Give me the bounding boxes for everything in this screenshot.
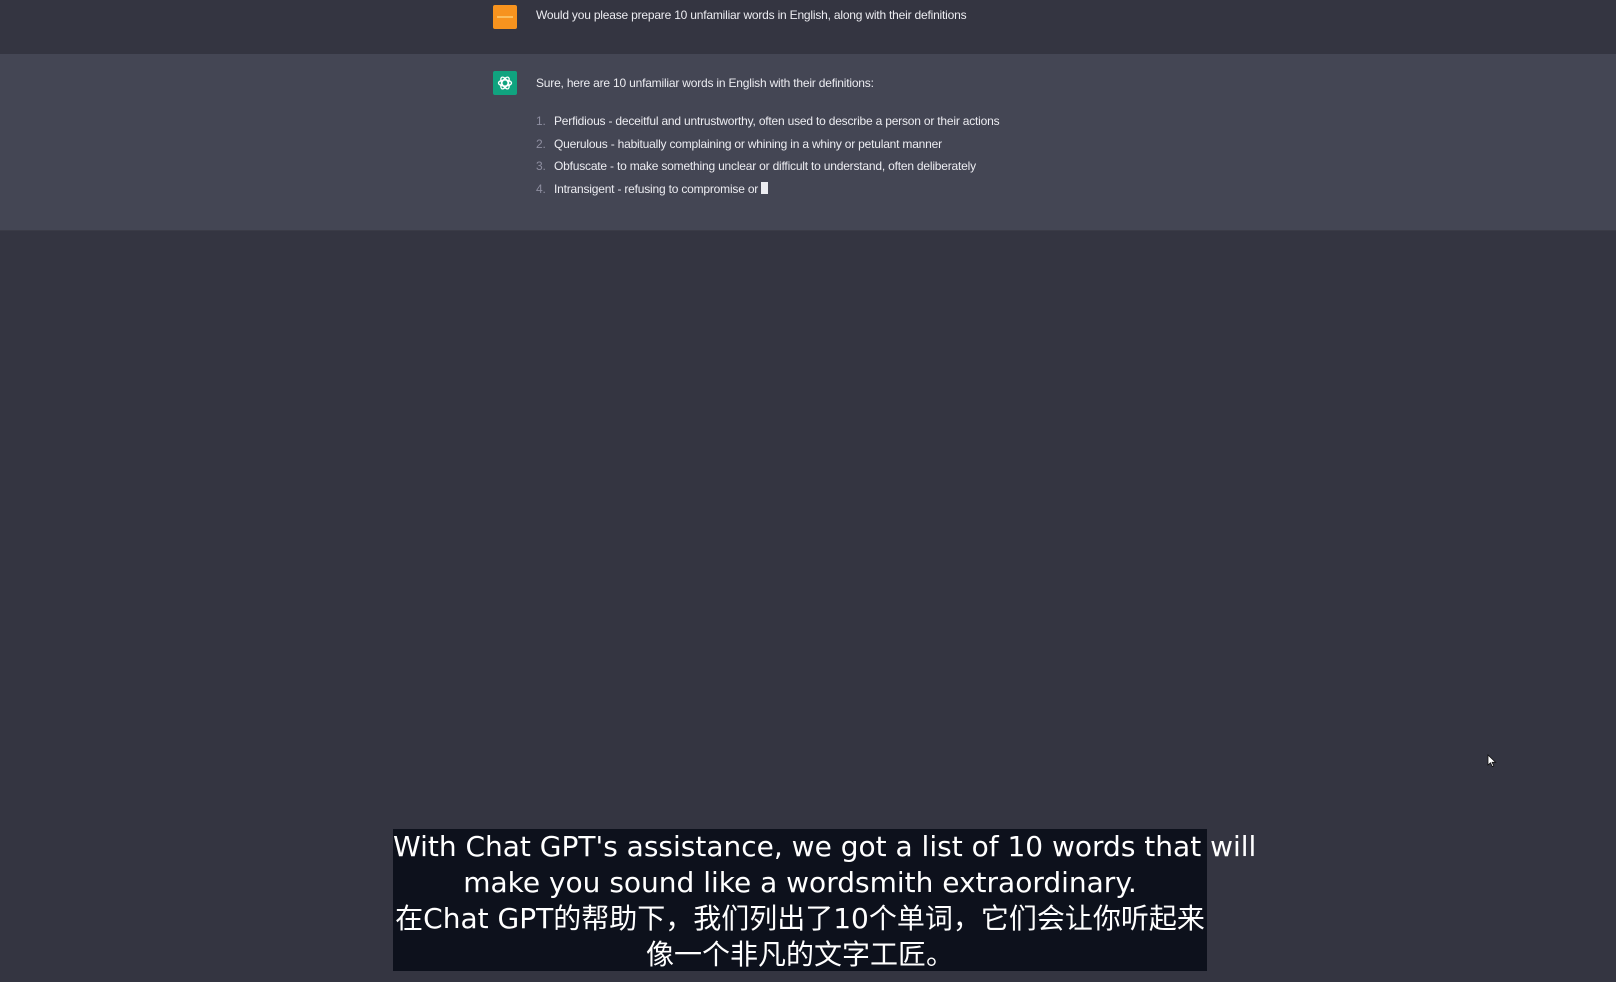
definitions-list: 1. Perfidious - deceitful and untrustwor… xyxy=(536,114,1000,205)
user-message-row: Would you please prepare 10 unfamiliar w… xyxy=(0,0,1616,55)
list-item-number: 3. xyxy=(536,159,546,173)
assistant-message-row: Sure, here are 10 unfamiliar words in En… xyxy=(0,54,1616,231)
list-item-text: Querulous - habitually complaining or wh… xyxy=(554,136,942,151)
list-item: 1. Perfidious - deceitful and untrustwor… xyxy=(536,114,1000,137)
openai-logo-icon xyxy=(493,71,517,95)
subtitle-chinese-line-2: 像一个非凡的文字工匠。 xyxy=(645,938,954,971)
mouse-pointer-icon xyxy=(1487,754,1497,773)
list-item: 4. Intransigent - refusing to compromise… xyxy=(536,181,999,205)
list-item-number: 2. xyxy=(536,136,546,151)
list-item-text: Obfuscate - to make something unclear or… xyxy=(554,159,976,173)
video-subtitle: With Chat GPT's assistance, we got a lis… xyxy=(393,829,1257,971)
list-item: 2. Querulous - habitually complaining or… xyxy=(536,137,999,160)
typing-cursor xyxy=(761,181,769,194)
subtitle-english-line-1: With Chat GPT's assistance, we got a lis… xyxy=(393,830,1257,863)
subtitle-chinese-line-1: 在Chat GPT的帮助下，我们列出了10个单词，它们会让你听起来 xyxy=(395,902,1205,935)
subtitle-english-line-2: make you sound like a wordsmith extraord… xyxy=(463,866,1137,899)
user-avatar-icon xyxy=(493,5,517,29)
user-message-text: Would you please prepare 10 unfamiliar w… xyxy=(536,8,967,22)
list-item-number: 1. xyxy=(536,114,546,128)
list-item-text: Perfidious - deceitful and untrustworthy… xyxy=(554,114,1000,128)
list-item-number: 4. xyxy=(536,181,546,196)
list-item-text: Intransigent - refusing to compromise or xyxy=(554,181,759,196)
list-item: 3. Obfuscate - to make something unclear… xyxy=(536,159,999,182)
assistant-intro-text: Sure, here are 10 unfamiliar words in En… xyxy=(536,76,874,90)
